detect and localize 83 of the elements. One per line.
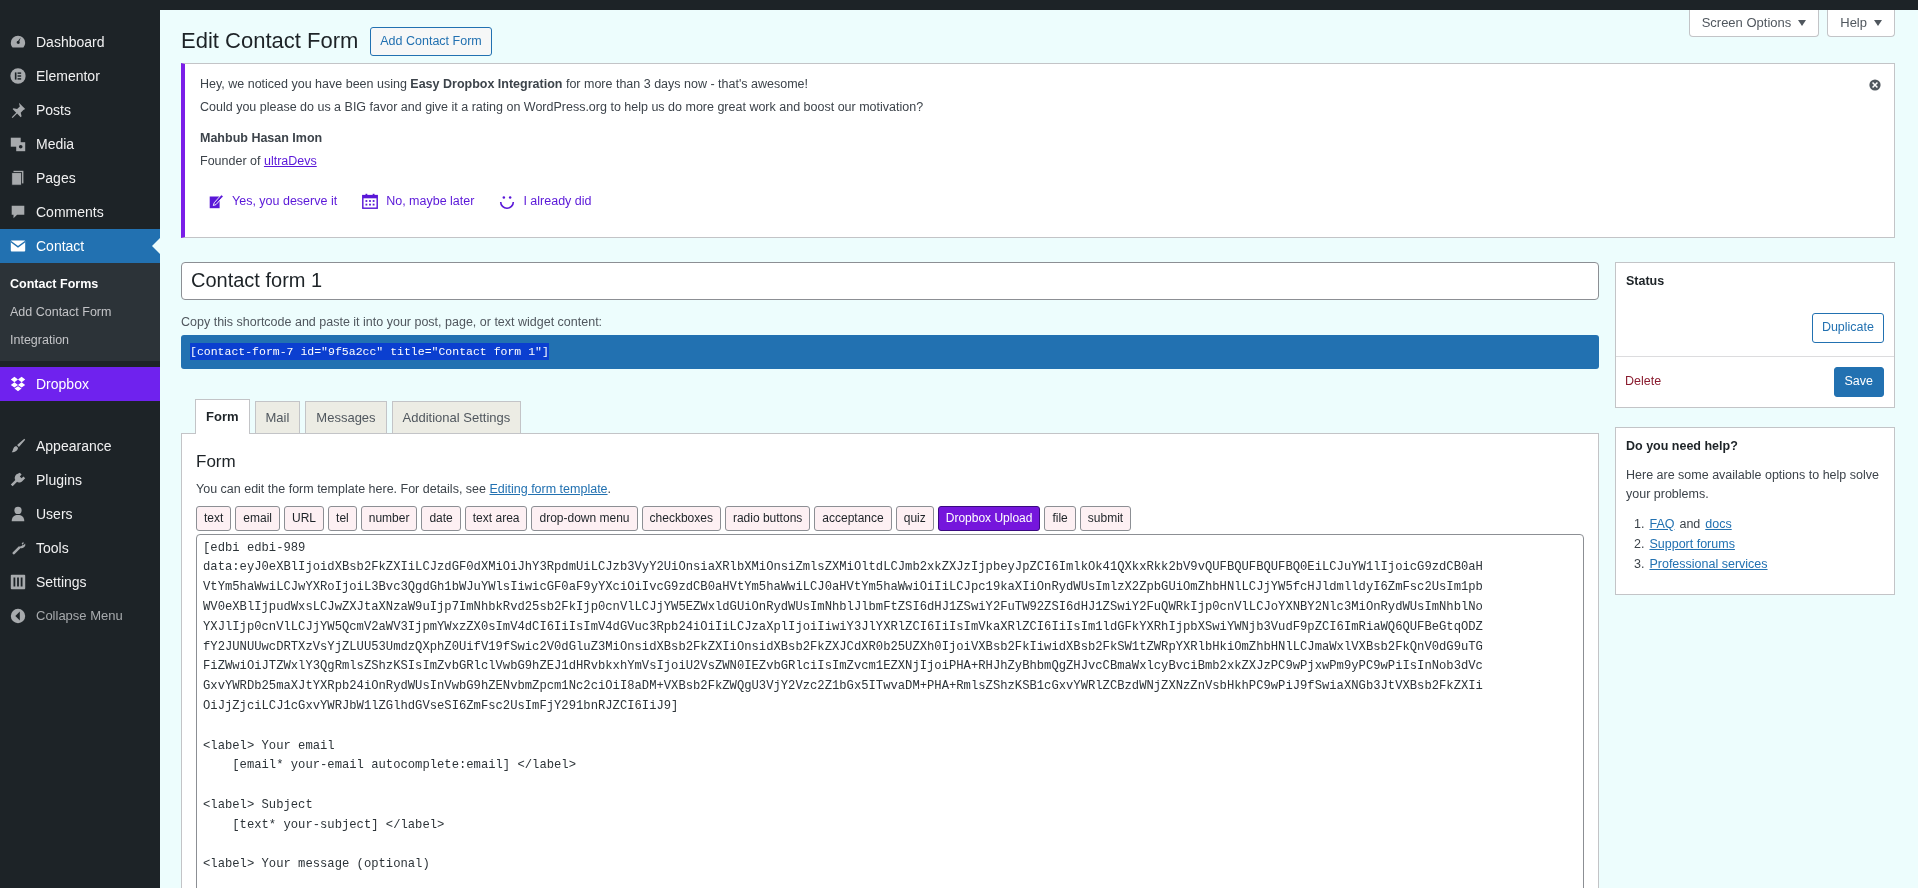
tab[interactable]: Messages xyxy=(305,400,387,434)
menu-item[interactable]: Tools xyxy=(0,531,160,565)
status-heading: Status xyxy=(1626,273,1666,289)
list-number: 1. xyxy=(1634,515,1645,533)
tab[interactable]: Mail xyxy=(254,400,301,434)
screen-tab-button[interactable]: Help xyxy=(1827,10,1895,37)
tag-button[interactable]: drop-down menu xyxy=(531,505,638,531)
menu-item[interactable]: Settings xyxy=(0,565,160,599)
screen-tab-button[interactable]: Screen Options xyxy=(1688,10,1820,37)
left-arrow-circle-icon xyxy=(9,607,27,625)
tag-button[interactable]: email xyxy=(235,505,281,531)
user-icon xyxy=(9,505,27,523)
notice-action-link[interactable]: Yes, you deserve it xyxy=(207,191,338,211)
tag-button[interactable]: URL xyxy=(284,505,325,531)
submenu-item[interactable]: Contact Forms xyxy=(0,270,160,298)
menu-item[interactable]: Comments xyxy=(0,195,160,229)
menu-item[interactable]: Pages xyxy=(0,161,160,195)
submenu-item[interactable]: Integration xyxy=(0,326,160,354)
help-link[interactable]: Professional services xyxy=(1649,553,1768,574)
list-number: 3. xyxy=(1634,555,1645,573)
tag-button[interactable]: text xyxy=(196,505,232,531)
editing-template-link[interactable]: Editing form template xyxy=(489,481,608,496)
panel-description: You can edit the form template here. For details, see Editing form template. xyxy=(196,480,613,498)
tag-button[interactable]: quiz xyxy=(895,505,934,531)
calendar-icon xyxy=(361,192,380,211)
caret-icon xyxy=(1874,20,1882,26)
tag-button[interactable]: submit xyxy=(1079,505,1132,531)
notice-action-link[interactable]: I already did xyxy=(498,191,592,211)
page-title: Edit Contact Form xyxy=(181,28,359,55)
help-text: Here are some available options to help solve your problems. xyxy=(1626,466,1880,503)
add-contact-form-button[interactable]: Add Contact Form xyxy=(370,27,492,56)
duplicate-button[interactable]: Duplicate xyxy=(1811,312,1884,343)
author-name: Mahbub Hasan Imon xyxy=(200,129,323,147)
caret-icon xyxy=(1798,20,1807,26)
shortcode-hint: Copy this shortcode and paste it into your post, page, or text widget content: xyxy=(181,313,604,331)
delete-link[interactable]: Delete xyxy=(1625,372,1662,392)
notice-action-link[interactable]: No, maybe later xyxy=(361,191,475,211)
tag-button[interactable]: file xyxy=(1044,505,1076,531)
panel-heading: Form xyxy=(196,451,237,472)
help-text: and xyxy=(1679,515,1701,533)
pin-icon xyxy=(9,101,27,119)
form-title-field[interactable]: Contact form 1 xyxy=(181,261,1599,300)
sliders-icon xyxy=(9,573,27,591)
help-heading: Do you need help? xyxy=(1626,438,1739,454)
plug-icon xyxy=(9,471,27,489)
tag-button[interactable]: text area xyxy=(464,505,528,531)
save-button[interactable]: Save xyxy=(1833,366,1884,397)
submenu-item[interactable]: Add Contact Form xyxy=(0,298,160,326)
tab[interactable]: Additional Settings xyxy=(391,400,522,434)
notice-text: Hey, we noticed you have been using Easy Dropbox Integration for more than 3 days now - that's awesome! xyxy=(200,75,808,93)
menu-item[interactable]: Users xyxy=(0,497,160,531)
tag-button[interactable]: tel xyxy=(328,505,357,531)
tag-button[interactable]: checkboxes xyxy=(641,505,721,531)
list-number: 2. xyxy=(1634,535,1645,553)
tag-button[interactable]: acceptance xyxy=(814,505,892,531)
menu-item[interactable]: Elementor xyxy=(0,59,160,93)
help-link[interactable]: FAQ xyxy=(1649,513,1675,534)
tag-button[interactable]: radio buttons xyxy=(724,505,811,531)
help-link[interactable]: Support forums xyxy=(1649,533,1735,554)
close-icon xyxy=(1868,78,1882,93)
brush-icon xyxy=(9,437,27,455)
tag-button[interactable]: number xyxy=(360,505,418,531)
menu-item[interactable]: Plugins xyxy=(0,463,160,497)
tag-button[interactable]: date xyxy=(421,505,461,531)
e-logo-icon xyxy=(9,67,27,85)
author-role: Founder of xyxy=(200,153,262,168)
notice-text: Could you please do us a BIG favor and give it a rating on WordPress.org to help us do more great work and boost our motivation? xyxy=(200,98,924,116)
menu-item[interactable]: Media xyxy=(0,127,160,161)
menu-item[interactable]: Posts xyxy=(0,93,160,127)
menu-item[interactable]: Collapse Menu xyxy=(0,599,160,633)
company-link[interactable]: ultraDevs xyxy=(263,153,317,168)
pencil-note-icon xyxy=(207,192,225,211)
box-stack-icon xyxy=(9,375,27,393)
tab[interactable]: Form xyxy=(195,398,250,434)
menu-item[interactable]: Dropbox xyxy=(0,367,160,401)
menu-item[interactable]: Appearance xyxy=(0,429,160,463)
menu-item[interactable]: Dashboard xyxy=(0,25,160,59)
tag-button[interactable]: Dropbox Upload xyxy=(937,505,1041,531)
form-template-editor[interactable]: [edbi edbi-989 data:eyJ0eXBlIjoidXBsb2FkZXIiLCJzdGF0dXMiOiJhY3RpdmUiLCJzb3VyY2UiOnsiaXRlbXMiOnsiZmlsZXMiOltdLCJmb2xkZXJzIjpbeyJpZCI6ImlkOk41QXkxRkk2bV9vQUFBQUFBQUFBQ0EiLCJuYW1lIjoicG9zdCB0aH VtYm5haWwiLCJwYXRoIjoiL3Bvc3QgdGh1bWJuYWlsIiwicGF0aF9yYXciOiIvcG9zdCB0aHVtYm5haWwiLCJ0aHVtYm5haWwiOiIiLCJpc19kaXIiOnRydWUsImlzX2ZpbGUiOmZhbHNlLCJjYW5fcHJldmlldyI6ZmFsc2UsIm1pb WV0eXBlIjpudWxsLCJwZXJtaXNzaW9uIjp7ImNhbkRvd25sb2FkIjp0cnVlLCJjYW5EZWxldGUiOnRydWUsImNhblJlbmFtZSI6dHJ1ZSwiY2FuTW92ZSI6dHJ1ZSwiY2FuQWRkIjp0cnVlLCJoYXNBY2Nlc3MiOnRydWUsImNhblNo YXJlIjp0cnVlLCJjYW5QcmV2aWV3IjpmYWxzZX0sImV4dCI6IiIsImV4dGVuc3Rpb24iOiIiLCJzaXplIjoiIiwiY3JlYXRlZCI6IiIsImVkaXRlZCI6IiIsIm1ldGFkYXRhIjpbXSwiYWNjb3VudF9pZCI6ImRiaWQ6QUFBeGtqODZ fY2JUNUUwcDRTXzVsYjZLUU53UmdzQXphZ0UifV19fSwic2V0dGluZ3MiOnsidXBsb2FkZXIiOnsidXBsb2FkZXJCdXR0b25UZXh0IjoiVXBsb2FkIiwidXBsb2FkSW1tZWRpYXRlbHkiOmZhbHNlLCJmaWxlVXBsb2FkQnV0dG9uTG FiZWwiOiJTZWxlY3QgRmlsZShzKSIsImZvbGRlclVwbG9hZEJ1dHRvbkxhYmVsIjoiU2VsZWN0IEZvbGRlciIsImZvcm1EZXNjIjoiPHA+RHJhZyBhbmQgZHJvcCBmaWxlcyBvciBmb2xkZXJzPC9wPjxwPm9yPC9wPiIsInNob3dVc GxvYWRDb25maXJtYXRpb24iOnRydWUsInVwbG9hZENvbmZpcm1Nc2ciOiI8aDM+VXBsb2FkZWQgU3VjY2Vzc2Z1bGx5ITwvaDM+PHA+RmlsZShzKSB1cGxvYWRlZCBzdWNjZXNzZnVsbHkhPC9wPiJ9fSwiaXNGb3JtVXBsb2FkZXIi OiJjZjciLCJ1cGxvYWRJbW1lZGlhdGVseSI6ZmFsc2UsImFjY291bnRJZCI6IiJ9] <label> Your email [email* your-email autocomplete:email] </label> <label> Subject [text* your-subject] </label> <label> Your message (optional) xyxy=(196,533,1584,888)
menu-item[interactable]: Contact xyxy=(0,229,160,263)
shortcode-field[interactable]: [contact-form-7 id="9f5a2cc" title="Contact form 1"] xyxy=(181,334,1599,369)
media-icon xyxy=(9,135,27,153)
help-link[interactable]: docs xyxy=(1705,513,1732,534)
